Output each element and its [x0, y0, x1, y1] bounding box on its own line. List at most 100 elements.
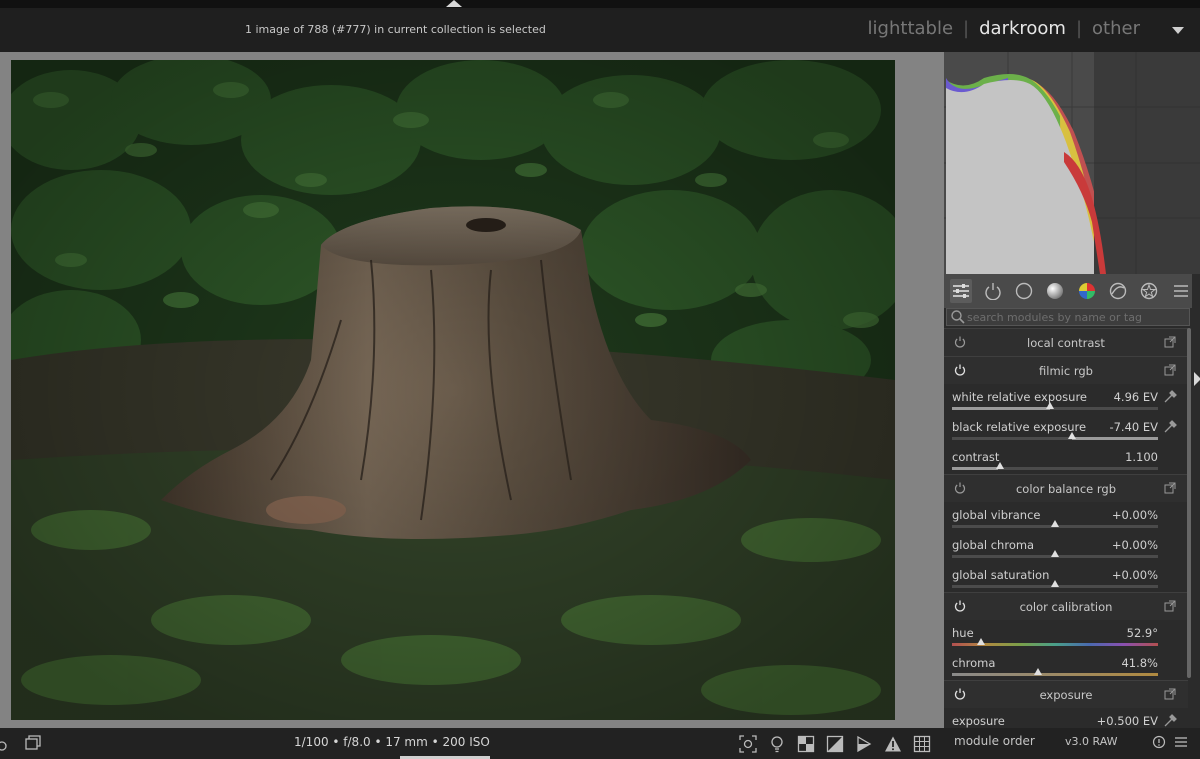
slider-white-relative-exposure[interactable]: white relative exposure 4.96 EV [944, 384, 1188, 414]
top-panel-edge [0, 0, 1200, 8]
search-icon [951, 310, 965, 324]
gamut-check-warning-icon[interactable] [883, 734, 902, 753]
slider-hue[interactable]: hue 52.9° [944, 620, 1188, 650]
guides-grid-icon[interactable] [912, 734, 931, 753]
preferences-icon[interactable] [1174, 735, 1188, 749]
active-modules-power-icon[interactable] [981, 279, 1003, 303]
module-list: local contrast filmic rgb white relative… [944, 328, 1188, 728]
module-local-contrast[interactable]: local contrast [944, 328, 1188, 356]
slider-contrast[interactable]: contrast 1.100 [944, 444, 1188, 474]
styles-icon[interactable] [24, 734, 42, 752]
module-name: exposure [1039, 688, 1093, 702]
bottom-toolbar: 1/100 • f/8.0 • 17 mm • 200 ISO module o… [0, 728, 1200, 759]
base-group-circle-icon[interactable] [1013, 279, 1035, 303]
chroma-slider-track [952, 673, 1158, 676]
histogram[interactable] [944, 52, 1200, 274]
slider-black-relative-exposure[interactable]: black relative exposure -7.40 EV [944, 414, 1188, 444]
right-panel: local contrast filmic rgb white relative… [944, 52, 1200, 728]
module-name: color calibration [1019, 600, 1113, 614]
slider-label: white relative exposure [952, 390, 1088, 404]
slider-label: contrast [952, 450, 1000, 464]
tone-group-icon[interactable] [1044, 279, 1066, 303]
view-separator: | [963, 18, 970, 39]
module-color-balance-rgb[interactable]: color balance rgb [944, 474, 1188, 502]
color-picker-icon[interactable] [1162, 713, 1178, 728]
bottom-left-tools [0, 734, 42, 752]
slider-thumb[interactable] [1046, 402, 1054, 409]
slider-value: 41.8% [1121, 656, 1158, 670]
module-group-bar [944, 274, 1192, 308]
view-lighttable[interactable]: lighttable [868, 18, 953, 39]
module-name: color balance rgb [1015, 482, 1117, 496]
collapse-top-panel-arrow[interactable] [446, 0, 462, 7]
slider-value: +0.500 EV [1096, 714, 1158, 728]
module-exposure[interactable]: exposure [944, 680, 1188, 708]
help-icon[interactable] [1152, 735, 1166, 749]
slider-label: black relative exposure [952, 420, 1087, 434]
slider-thumb[interactable] [1034, 668, 1042, 675]
color-group-icon[interactable] [1076, 279, 1098, 303]
slider-global-vibrance[interactable]: global vibrance +0.00% [944, 502, 1188, 532]
selection-info: 1 image of 788 (#777) in current collect… [245, 23, 546, 36]
histogram-graph [944, 52, 1200, 274]
slider-thumb[interactable] [977, 638, 985, 645]
color-picker-icon[interactable] [1162, 419, 1178, 435]
presets-menu-icon[interactable] [1170, 279, 1192, 303]
raw-overexposed-icon[interactable] [796, 734, 815, 753]
color-picker-icon[interactable] [1162, 389, 1178, 405]
module-filmic-rgb[interactable]: filmic rgb [944, 356, 1188, 384]
slider-fill [952, 407, 1050, 410]
multi-instance-icon[interactable] [1164, 336, 1176, 348]
module-name: filmic rgb [1039, 364, 1093, 378]
quick-presets-icon[interactable] [0, 734, 12, 752]
quick-access-icon[interactable] [950, 279, 973, 303]
slider-value: -7.40 EV [1109, 420, 1158, 434]
view-separator: | [1075, 18, 1083, 39]
header-bar: 1 image of 788 (#777) in current collect… [0, 8, 1200, 52]
bottom-right-tools [738, 734, 931, 753]
module-search-box [946, 308, 1190, 326]
module-color-calibration[interactable]: color calibration [944, 592, 1188, 620]
softproof-icon[interactable] [854, 734, 873, 753]
correct-group-icon[interactable] [1107, 279, 1129, 303]
clipping-indicator-icon[interactable] [825, 734, 844, 753]
focus-peaking-icon[interactable] [738, 734, 757, 753]
slider-value: 1.100 [1125, 450, 1158, 464]
multi-instance-icon[interactable] [1164, 482, 1176, 494]
slider-label: global saturation [952, 568, 1050, 582]
view-darkroom[interactable]: darkroom [979, 18, 1066, 39]
effect-group-icon[interactable] [1138, 279, 1160, 303]
multi-instance-icon[interactable] [1164, 688, 1176, 700]
multi-instance-icon[interactable] [1164, 600, 1176, 612]
view-switcher: lighttable | darkroom | other [868, 18, 1140, 39]
view-other[interactable]: other [1092, 18, 1140, 39]
views-dropdown-icon[interactable] [1172, 27, 1184, 34]
module-order-value[interactable]: v3.0 RAW [1065, 735, 1118, 748]
module-search-input[interactable] [967, 310, 1177, 325]
slider-label: hue [952, 626, 974, 640]
slider-label: global chroma [952, 538, 1035, 552]
slider-value: 4.96 EV [1113, 390, 1158, 404]
slider-fill [952, 467, 998, 470]
slider-value: 52.9° [1126, 626, 1158, 640]
slider-exposure[interactable]: exposure +0.500 EV [944, 708, 1188, 728]
slider-thumb[interactable] [1068, 432, 1076, 439]
multi-instance-icon[interactable] [1164, 364, 1176, 376]
slider-chroma[interactable]: chroma 41.8% [944, 650, 1188, 680]
photo-image [11, 60, 895, 720]
slider-global-saturation[interactable]: global saturation +0.00% [944, 562, 1188, 592]
slider-value: +0.00% [1111, 538, 1158, 552]
slider-global-chroma[interactable]: global chroma +0.00% [944, 532, 1188, 562]
bottom-right-extra [1152, 735, 1188, 749]
module-list-scrollbar[interactable] [1187, 328, 1191, 678]
slider-thumb[interactable] [1051, 550, 1059, 557]
collapse-right-panel-arrow[interactable] [1194, 372, 1200, 386]
slider-thumb[interactable] [996, 462, 1004, 469]
edited-photo[interactable] [11, 60, 895, 720]
module-name: local contrast [1027, 336, 1105, 350]
color-assessment-bulb-icon[interactable] [767, 734, 786, 753]
slider-thumb[interactable] [1051, 520, 1059, 527]
slider-thumb[interactable] [1051, 580, 1059, 587]
slider-value: +0.00% [1111, 568, 1158, 582]
center-view [0, 52, 944, 728]
